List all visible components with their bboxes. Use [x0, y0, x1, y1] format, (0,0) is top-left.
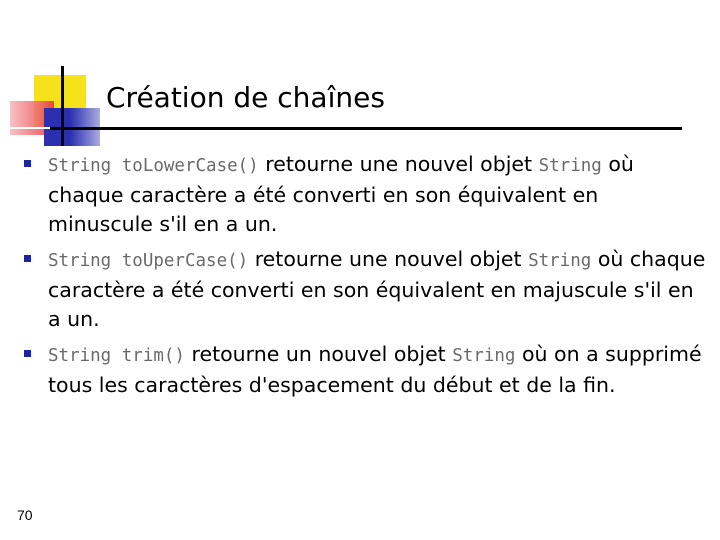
bullet-list: String toLowerCase() retourne une nouvel… — [18, 150, 708, 406]
slide-title: Création de chaînes — [106, 81, 385, 114]
bullet-square-icon — [24, 255, 31, 262]
code-type: String — [538, 156, 602, 176]
bullet-item-tolowercase: String toLowerCase() retourne une nouvel… — [18, 150, 708, 239]
bullet-square-icon — [24, 350, 31, 357]
description: retourne une nouvel objet — [248, 247, 529, 271]
code-method: String trim() — [48, 346, 185, 366]
description: retourne un nouvel objet — [184, 342, 453, 366]
bullet-item-touppercase: String toUperCase() retourne une nouvel … — [18, 245, 708, 334]
code-type: String — [528, 251, 592, 271]
code-type: String — [452, 346, 516, 366]
page-number: 70 — [17, 507, 33, 523]
bullet-item-trim: String trim() retourne un nouvel objet S… — [18, 340, 708, 400]
bullet-text: String toLowerCase() retourne une nouvel… — [48, 150, 708, 239]
bullet-text: String toUperCase() retourne une nouvel … — [48, 245, 708, 334]
title-divider — [50, 127, 682, 130]
description: retourne une nouvel objet — [258, 152, 539, 176]
bullet-text: String trim() retourne un nouvel objet S… — [48, 340, 708, 400]
bullet-square-icon — [24, 160, 31, 167]
code-method: String toUperCase() — [48, 251, 249, 271]
code-method: String toLowerCase() — [48, 156, 259, 176]
